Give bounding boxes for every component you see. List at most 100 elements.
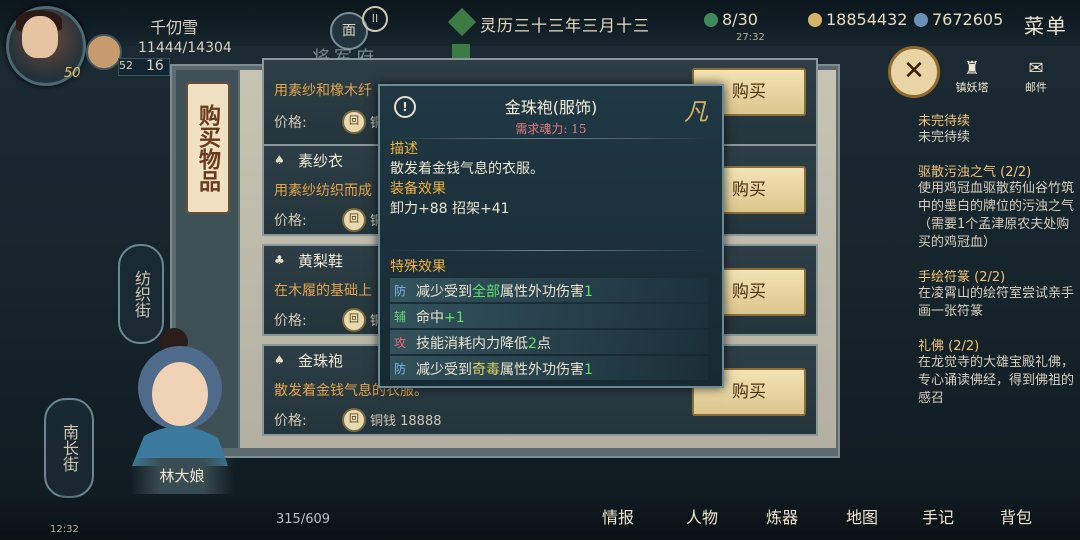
item-name: 金珠袍 [298,352,344,370]
item-desc: 在木履的基础上 [274,283,372,299]
effect-text: 命中+1 [416,307,465,327]
effect-row: 防 减少受到奇毒属性外功伤害1 [390,356,708,380]
effect-pre: 命中 [416,310,444,326]
item-price: 铜钱 18888 [370,414,442,429]
shoe-icon: ♣ [274,253,285,267]
effect-pre: 减少受到 [416,284,472,300]
mail-label: 邮件 [1025,81,1047,94]
effect-tag: 防 [394,362,407,376]
clothing-icon: ♠ [274,353,285,367]
effect-highlight: 奇毒 [472,362,500,378]
nav-forge[interactable]: 炼器 [756,504,808,534]
quest-title[interactable]: 驱散污浊之气 (2/2) [918,161,1080,180]
equip-heading: 装备效果 [390,181,446,197]
tooltip-requirement: 需求魂力: 15 [515,122,587,136]
item-desc: 用素纱和橡木纤 [274,83,372,99]
copper-icon [808,13,822,27]
tower-label: 镇妖塔 [955,81,989,94]
price-label: 价格: [274,213,307,229]
effect-text: 技能消耗内力降低2点 [416,333,551,353]
npc-name: 林大娘 [130,458,234,494]
effect-tag: 辅 [394,310,407,324]
effect-highlight: 全部 [472,284,500,300]
player-name: 千仞雪 [150,18,199,37]
effect-num: 1 [584,362,593,378]
effect-pre: 减少受到 [416,362,472,378]
npc-portrait[interactable] [124,316,236,466]
pause-icon[interactable]: II [362,6,388,32]
stamina-icon [704,13,718,27]
quest-text: 在龙觉寺的大雄宝殿礼佛，专心诵读佛经，得到佛祖的感召 [918,355,1075,406]
tower-icon[interactable]: ♜ 镇妖塔 [952,58,992,94]
price-label: 价格: [274,115,307,131]
quest-title[interactable]: 手绘符篆 (2/2) [918,266,1080,285]
price-label: 价格: [274,313,307,329]
quest-text: 在凌霄山的绘符室尝试亲手画一张符篆 [918,286,1075,319]
effect-row: 防 减少受到全部属性外功伤害1 [390,278,708,302]
quest-title[interactable]: 礼佛 (2/2) [918,335,1080,354]
item-desc: 用素纱纺织而成 [274,183,372,199]
npc-face [152,362,208,426]
nav-notes[interactable]: 手记 [912,504,964,534]
nav-character[interactable]: 人物 [676,504,728,534]
mp-label-text: 52 [119,59,133,72]
divider [390,250,710,251]
effect-tag: 攻 [394,336,407,350]
effect-text: 减少受到全部属性外功伤害1 [416,281,593,301]
nav-intel[interactable]: 情报 [592,504,644,534]
bag-capacity: 315/609 [276,512,331,527]
spirit-icon [914,13,928,27]
tab-buy-items[interactable]: 购买物品 [186,82,230,214]
tooltip-title: 金珠袍(服饰) [504,98,598,117]
menu-button[interactable]: 菜单 [1024,10,1068,39]
mail-glyph: ✉ [1028,58,1044,79]
player-hp: 11444/14304 [138,40,232,56]
desc-text: 散发着金钱气息的衣服。 [390,161,544,177]
clock: 27:32 [736,32,765,43]
coin-icon: 回 [342,208,366,232]
price-label: 价格: [274,413,307,429]
nav-map[interactable]: 地图 [836,504,888,534]
effect-tag: 防 [394,284,407,298]
effect-num: 1 [584,284,593,300]
effect-row: 攻 技能消耗内力降低2点 [390,330,708,354]
quest-panel[interactable]: 未完待续 未完待续 驱散污浊之气 (2/2) 使用鸡冠血驱散药仙谷竹筑中的墨白的… [918,110,1080,440]
effect-text: 减少受到奇毒属性外功伤害1 [416,359,593,379]
clothing-icon: ♠ [274,153,285,167]
system-time: 12:32 [50,524,79,535]
effect-post: 点 [536,336,551,352]
tower-glyph: ♜ [963,58,981,79]
player-level: 50 [64,66,81,81]
avatar-face [22,16,58,58]
quest-text: 未完待续 [918,130,971,145]
special-heading: 特殊效果 [390,259,446,275]
quest-title[interactable]: 未完待续 [918,110,1080,129]
effect-pre: 技能消耗内力降低 [416,336,528,352]
divider [390,138,710,139]
coin-icon: 回 [342,408,366,432]
item-tooltip: ! 金珠袍(服饰) 需求魂力: 15 凡 描述 散发着金钱气息的衣服。 装备效果… [378,84,724,388]
rarity-badge: 凡 [684,98,708,126]
effect-num: +1 [444,310,465,326]
spirit-value: 7672605 [932,10,1004,29]
quest-text: 使用鸡冠血驱散药仙谷竹筑中的墨白的牌位的污浊之气（需要1个孟津原农夫处购买的鸡冠… [918,181,1075,250]
mp-value: 16 [146,58,164,74]
nav-bag[interactable]: 背包 [990,504,1042,534]
effect-post: 属性外功伤害 [500,284,584,300]
coin-icon: 回 [342,110,366,134]
effect-num: 2 [528,336,537,352]
mail-icon[interactable]: ✉ 邮件 [1016,58,1056,94]
equip-text: 卸力+88 招架+41 [390,201,510,217]
effect-post: 属性外功伤害 [500,362,584,378]
stamina-value: 8/30 [722,10,758,29]
effect-row: 辅 命中+1 [390,304,708,328]
pet-avatar[interactable] [86,34,122,70]
desc-heading: 描述 [390,141,418,157]
item-name: 素纱衣 [298,152,344,170]
close-icon[interactable]: ✕ [888,46,940,98]
item-name: 黄梨鞋 [298,252,344,270]
street-tab[interactable]: 南长街 [44,398,94,498]
coin-icon: 回 [342,308,366,332]
copper-value: 18854432 [826,10,908,29]
game-date: 灵历三十三年三月十三 [480,16,651,35]
